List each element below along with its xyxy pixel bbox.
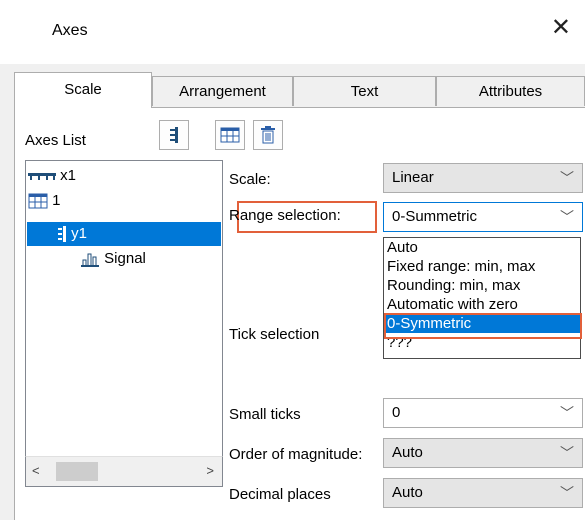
decimal-places-label: Decimal places (229, 486, 331, 503)
scale-value: Linear (392, 169, 434, 186)
option-auto[interactable]: Auto (384, 238, 580, 257)
chevron-down-icon: ﹀ (560, 405, 574, 421)
tab-attributes[interactable]: Attributes (436, 76, 585, 106)
order-of-magnitude-label: Order of magnitude: (229, 446, 363, 463)
axes-list-label: Axes List (25, 132, 86, 149)
x-axis-icon (28, 173, 56, 181)
scroll-thumb[interactable] (56, 462, 98, 481)
chevron-down-icon: ﹀ (560, 445, 574, 461)
range-selection-select[interactable]: 0-Summetric ﹀ (383, 202, 583, 232)
option-fixed-range[interactable]: Fixed range: min, max (384, 257, 580, 276)
table-grid-icon (28, 193, 48, 209)
option-highlight (384, 313, 582, 339)
y-axis-icon (58, 226, 66, 243)
range-selection-value: 0-Summetric (392, 208, 478, 225)
option-rounding[interactable]: Rounding: min, max (384, 276, 580, 295)
range-selection-dropdown[interactable]: Auto Fixed range: min, max Rounding: min… (383, 237, 581, 359)
tree-node-x1[interactable]: x1 (28, 164, 76, 188)
decimal-places-value: Auto (392, 484, 423, 501)
tree-node-y1[interactable]: y1 (27, 222, 221, 246)
option-automatic-with-zero[interactable]: Automatic with zero (384, 295, 580, 314)
delete-button[interactable] (253, 120, 283, 150)
axes-dialog: Axes ✕ Scale Arrangement Text Attributes… (0, 0, 585, 520)
tree-node-signal[interactable]: Signal (80, 247, 146, 271)
tree-node-1[interactable]: 1 (28, 189, 61, 213)
tree-horizontal-scrollbar[interactable]: < > (25, 456, 223, 487)
grid-icon (220, 127, 240, 143)
tick-selection-label: Tick selection (229, 326, 320, 343)
scroll-left-icon[interactable]: < (32, 463, 40, 478)
order-of-magnitude-value: Auto (392, 444, 423, 461)
grid-button[interactable] (215, 120, 245, 150)
chevron-down-icon: ﹀ (560, 170, 574, 186)
chevron-down-icon: ﹀ (560, 209, 574, 225)
decimal-places-select[interactable]: Auto ﹀ (383, 478, 583, 508)
range-selection-label: Range selection: (229, 207, 341, 224)
tab-text[interactable]: Text (293, 76, 436, 106)
tab-arrangement[interactable]: Arrangement (152, 76, 293, 106)
close-icon[interactable]: ✕ (551, 16, 571, 40)
small-ticks-select[interactable]: 0 ﹀ (383, 398, 583, 428)
title-bar: Axes ✕ (0, 0, 585, 64)
order-of-magnitude-select[interactable]: Auto ﹀ (383, 438, 583, 468)
add-axis-icon (170, 127, 178, 143)
dialog-title: Axes (52, 22, 88, 39)
chevron-down-icon: ﹀ (560, 485, 574, 501)
tree-node-label: y1 (71, 225, 88, 242)
tree-node-label: 1 (52, 192, 61, 209)
tree-node-label: x1 (60, 167, 77, 184)
scale-label: Scale: (229, 171, 271, 188)
scroll-right-icon[interactable]: > (206, 463, 214, 478)
add-axis-button[interactable] (159, 120, 189, 150)
scale-select[interactable]: Linear ﹀ (383, 163, 583, 193)
axes-tree[interactable]: x1 1 y1 Signal (25, 160, 223, 487)
scale-panel: Axes List x1 1 y1 Signal < > Scale: Line… (14, 107, 585, 520)
tab-scale[interactable]: Scale (14, 72, 152, 108)
signal-bars-icon (81, 253, 99, 268)
tree-node-label: Signal (104, 250, 146, 267)
small-ticks-label: Small ticks (229, 406, 301, 423)
delete-trash-icon (261, 126, 275, 144)
small-ticks-value: 0 (392, 404, 401, 421)
